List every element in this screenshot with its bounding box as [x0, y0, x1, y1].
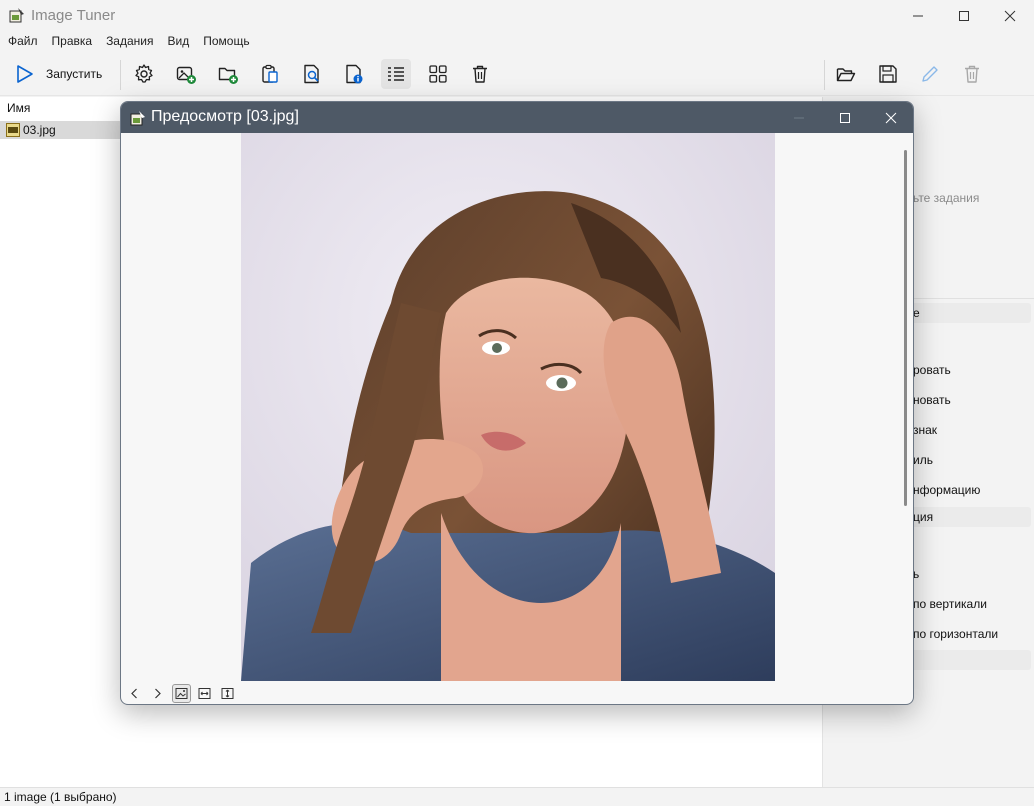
fit-width-icon	[198, 688, 211, 699]
minimize-icon	[794, 117, 804, 118]
chevron-left-icon	[131, 688, 137, 699]
settings-button[interactable]	[129, 59, 159, 89]
minimize-icon	[913, 15, 923, 17]
close-icon	[885, 112, 897, 123]
preview-window[interactable]: Предосмотр [03.jpg]	[120, 101, 914, 705]
image-info-icon	[346, 64, 363, 84]
add-folder-icon	[218, 67, 238, 84]
paste-icon	[262, 64, 278, 83]
menu-file[interactable]: Файл	[8, 32, 38, 50]
run-label: Запустить	[46, 67, 103, 81]
menu-help[interactable]: Помощь	[203, 32, 249, 50]
task-item[interactable]: ровать	[913, 363, 951, 377]
file-name: 03.jpg	[23, 123, 56, 137]
column-header-name[interactable]: Имя	[7, 101, 30, 115]
app-logo-icon	[9, 8, 24, 23]
preview-minimize-button[interactable]	[776, 102, 822, 133]
delete-button[interactable]	[465, 59, 495, 89]
status-text: 1 image (1 выбрано)	[4, 790, 117, 804]
save-task-button[interactable]	[873, 59, 903, 89]
preview-photo	[241, 133, 775, 681]
toolbar-separator	[824, 60, 825, 90]
status-bar: 1 image (1 выбрано)	[0, 787, 1034, 806]
menu-edit[interactable]: Правка	[52, 32, 93, 50]
open-folder-icon	[836, 68, 856, 82]
list-view-button[interactable]	[381, 59, 411, 89]
open-task-button[interactable]	[831, 59, 861, 89]
task-item[interactable]: по вертикали	[913, 597, 987, 611]
add-folder-button[interactable]	[213, 59, 243, 89]
play-icon	[17, 65, 33, 83]
minimize-button[interactable]	[895, 0, 941, 32]
maximize-button[interactable]	[941, 0, 987, 32]
menu-tasks[interactable]: Задания	[106, 32, 153, 50]
task-hint: ьте задания	[913, 191, 980, 205]
task-item[interactable]: по горизонтали	[913, 627, 998, 641]
toolbar: Запустить	[0, 52, 1034, 96]
task-group-label: е	[913, 306, 920, 320]
toolbar-separator	[120, 60, 121, 90]
close-button[interactable]	[987, 0, 1033, 32]
trash-icon	[473, 65, 487, 83]
fit-image-button[interactable]	[172, 684, 191, 703]
grid-view-icon	[429, 65, 447, 83]
preview-title: Предосмотр [03.jpg]	[151, 108, 299, 125]
fit-width-button[interactable]	[195, 684, 214, 703]
gear-icon	[135, 64, 153, 83]
preview-icon	[304, 64, 319, 84]
preview-maximize-button[interactable]	[822, 102, 868, 133]
trash-disabled-icon	[965, 65, 979, 83]
fit-image-icon	[175, 688, 188, 699]
fit-height-button[interactable]	[218, 684, 237, 703]
pencil-icon	[922, 66, 938, 82]
preview-canvas[interactable]	[121, 133, 913, 681]
app-title: Image Tuner	[31, 7, 116, 24]
delete-task-button[interactable]	[957, 59, 987, 89]
chevron-right-icon	[155, 688, 161, 699]
task-item[interactable]: новать	[913, 393, 951, 407]
preview-close-button[interactable]	[868, 102, 913, 133]
close-icon	[1004, 10, 1016, 22]
portrait-photo	[241, 133, 775, 681]
run-button[interactable]: Запустить	[10, 59, 110, 89]
task-item[interactable]: знак	[913, 423, 937, 437]
fit-height-icon	[221, 688, 234, 699]
add-image-icon	[176, 66, 196, 84]
menu-view[interactable]: Вид	[168, 32, 190, 50]
app-logo-icon	[130, 111, 145, 126]
task-item[interactable]: нформацию	[913, 483, 980, 497]
list-view-icon	[388, 67, 404, 81]
task-item[interactable]: иль	[913, 453, 933, 467]
edit-task-button[interactable]	[915, 59, 945, 89]
main-titlebar[interactable]: Image Tuner	[0, 0, 1034, 32]
paste-button[interactable]	[255, 59, 285, 89]
task-group-header[interactable]	[909, 650, 1031, 670]
save-icon	[879, 65, 897, 83]
image-info-button[interactable]	[339, 59, 369, 89]
previous-image-button[interactable]	[125, 684, 144, 703]
next-image-button[interactable]	[148, 684, 167, 703]
task-group-label: ция	[913, 510, 934, 524]
preview-nav-bar	[121, 682, 913, 704]
jpg-file-icon	[6, 123, 20, 137]
preview-button[interactable]	[297, 59, 327, 89]
preview-scrollbar[interactable]	[904, 150, 907, 506]
preview-titlebar[interactable]: Предосмотр [03.jpg]	[121, 102, 913, 133]
maximize-icon	[840, 112, 850, 123]
menu-bar: Файл Правка Задания Вид Помощь	[0, 32, 1034, 50]
maximize-icon	[959, 11, 969, 21]
task-group-header[interactable]	[909, 303, 1031, 323]
add-image-button[interactable]	[171, 59, 201, 89]
grid-view-button[interactable]	[423, 59, 453, 89]
